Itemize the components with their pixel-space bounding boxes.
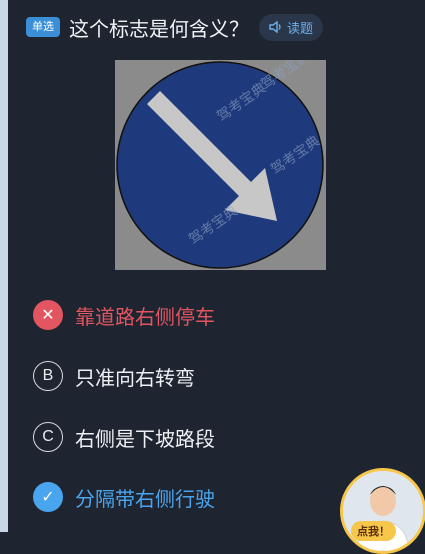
option-a-text: 靠道路右侧停车 [75, 306, 215, 329]
read-question-button[interactable]: 读题 [259, 13, 324, 41]
traffic-sign-image: 驾考宝典 驾考宝典 驾考宝典 驾考宝典 [115, 60, 326, 270]
option-b[interactable]: B 只准向右转弯 [33, 361, 333, 391]
question-type-tag: 单选 [26, 17, 60, 37]
read-question-label: 读题 [287, 20, 314, 36]
option-b-marker: B [33, 361, 63, 391]
option-d-text: 分隔带右侧行驶 [75, 488, 215, 511]
click-me-badge: 点我！ [351, 521, 396, 541]
question-text: 这个标志是何含义？ [69, 18, 249, 41]
wrong-mark-icon: ✕ [33, 300, 63, 330]
left-edge-bar [0, 0, 8, 532]
assistant-avatar-button[interactable]: 点我！ [340, 468, 425, 554]
option-c-marker: C [33, 422, 63, 452]
checkmark-icon: ✓ [33, 482, 63, 512]
option-c-text: 右侧是下坡路段 [75, 428, 215, 451]
speaker-icon [269, 21, 281, 33]
question-header: 单选 这个标志是何含义？ 读题 [26, 12, 324, 42]
option-b-text: 只准向右转弯 [75, 367, 195, 390]
option-c[interactable]: C 右侧是下坡路段 [33, 422, 333, 452]
option-d[interactable]: ✓ 分隔带右侧行驶 [33, 482, 333, 512]
option-a[interactable]: ✕ 靠道路右侧停车 [33, 300, 333, 330]
